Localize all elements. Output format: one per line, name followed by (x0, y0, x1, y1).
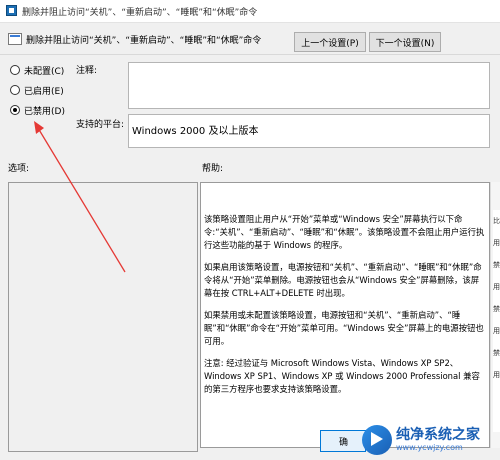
ok-button[interactable]: 确 (320, 430, 366, 452)
policy-window-icon (6, 5, 17, 16)
strip-text: 用 (493, 327, 500, 335)
watermark-icon (362, 425, 392, 455)
help-paragraph: 如果禁用或未配置该策略设置，电源按钮和“关机”、“重新启动”、“睡眠”和“休眠”… (204, 310, 484, 346)
radio-label: 已启用(E) (24, 86, 64, 97)
strip-text: 禁 (493, 261, 500, 269)
radio-circle-icon (10, 65, 20, 75)
watermark-url: www.ycwjzy.com (396, 443, 463, 452)
platform-value: Windows 2000 及以上版本 (132, 126, 259, 137)
strip-text: 禁 (493, 349, 500, 357)
watermark-logo: 纯净系统之家 www.ycwjzy.com (362, 420, 500, 460)
strip-text: 用 (493, 371, 500, 379)
help-paragraph: 该策略设置阻止用户从“开始”菜单或“Windows 安全”屏幕执行以下命令:“关… (204, 214, 485, 250)
next-setting-button[interactable]: 下一个设置(N) (369, 32, 441, 52)
radio-label: 已禁用(D) (24, 106, 65, 117)
radio-label: 未配置(C) (24, 66, 65, 77)
platform-label: 支持的平台: (76, 120, 125, 130)
comment-label: 注释: (76, 66, 98, 76)
title-bar: 删除并阻止访问“关机”、“重新启动”、“睡眠”和“休眠”命令 (0, 0, 500, 23)
previous-setting-button[interactable]: 上一个设置(P) (294, 32, 366, 52)
header-divider (0, 54, 500, 55)
strip-text: 比 (493, 217, 500, 225)
setting-name: 删除并阻止访问“关机”、“重新启动”、“睡眠”和“休眠”命令 (26, 36, 262, 46)
options-pane (8, 182, 198, 452)
strip-text: 禁 (493, 305, 500, 313)
watermark-title: 纯净系统之家 (396, 427, 480, 443)
radio-disabled[interactable]: 已禁用(D) (10, 103, 65, 117)
radio-checked-icon (10, 105, 20, 115)
help-pane: 该策略设置阻止用户从“开始”菜单或“Windows 安全”屏幕执行以下命令:“关… (200, 182, 490, 448)
strip-text: 用 (493, 239, 500, 247)
help-paragraph: 注意: 经过验证与 Microsoft Windows Vista、Window… (204, 358, 480, 394)
options-label: 选项: (8, 164, 30, 174)
radio-circle-icon (10, 85, 20, 95)
help-label: 帮助: (202, 164, 224, 174)
help-paragraph: 如果启用该策略设置，电源按钮和“关机”、“重新启动”、“睡眠”和“休眠”命令将从… (204, 262, 482, 298)
strip-text: 用 (493, 283, 500, 291)
window-title: 删除并阻止访问“关机”、“重新启动”、“睡眠”和“休眠”命令 (22, 8, 258, 18)
background-window-strip: 比 用 禁 用 禁 用 禁 用 (493, 210, 500, 432)
setting-icon (8, 33, 22, 45)
radio-not-configured[interactable]: 未配置(C) (10, 63, 64, 77)
comment-input[interactable] (128, 62, 490, 109)
radio-enabled[interactable]: 已启用(E) (10, 83, 64, 97)
